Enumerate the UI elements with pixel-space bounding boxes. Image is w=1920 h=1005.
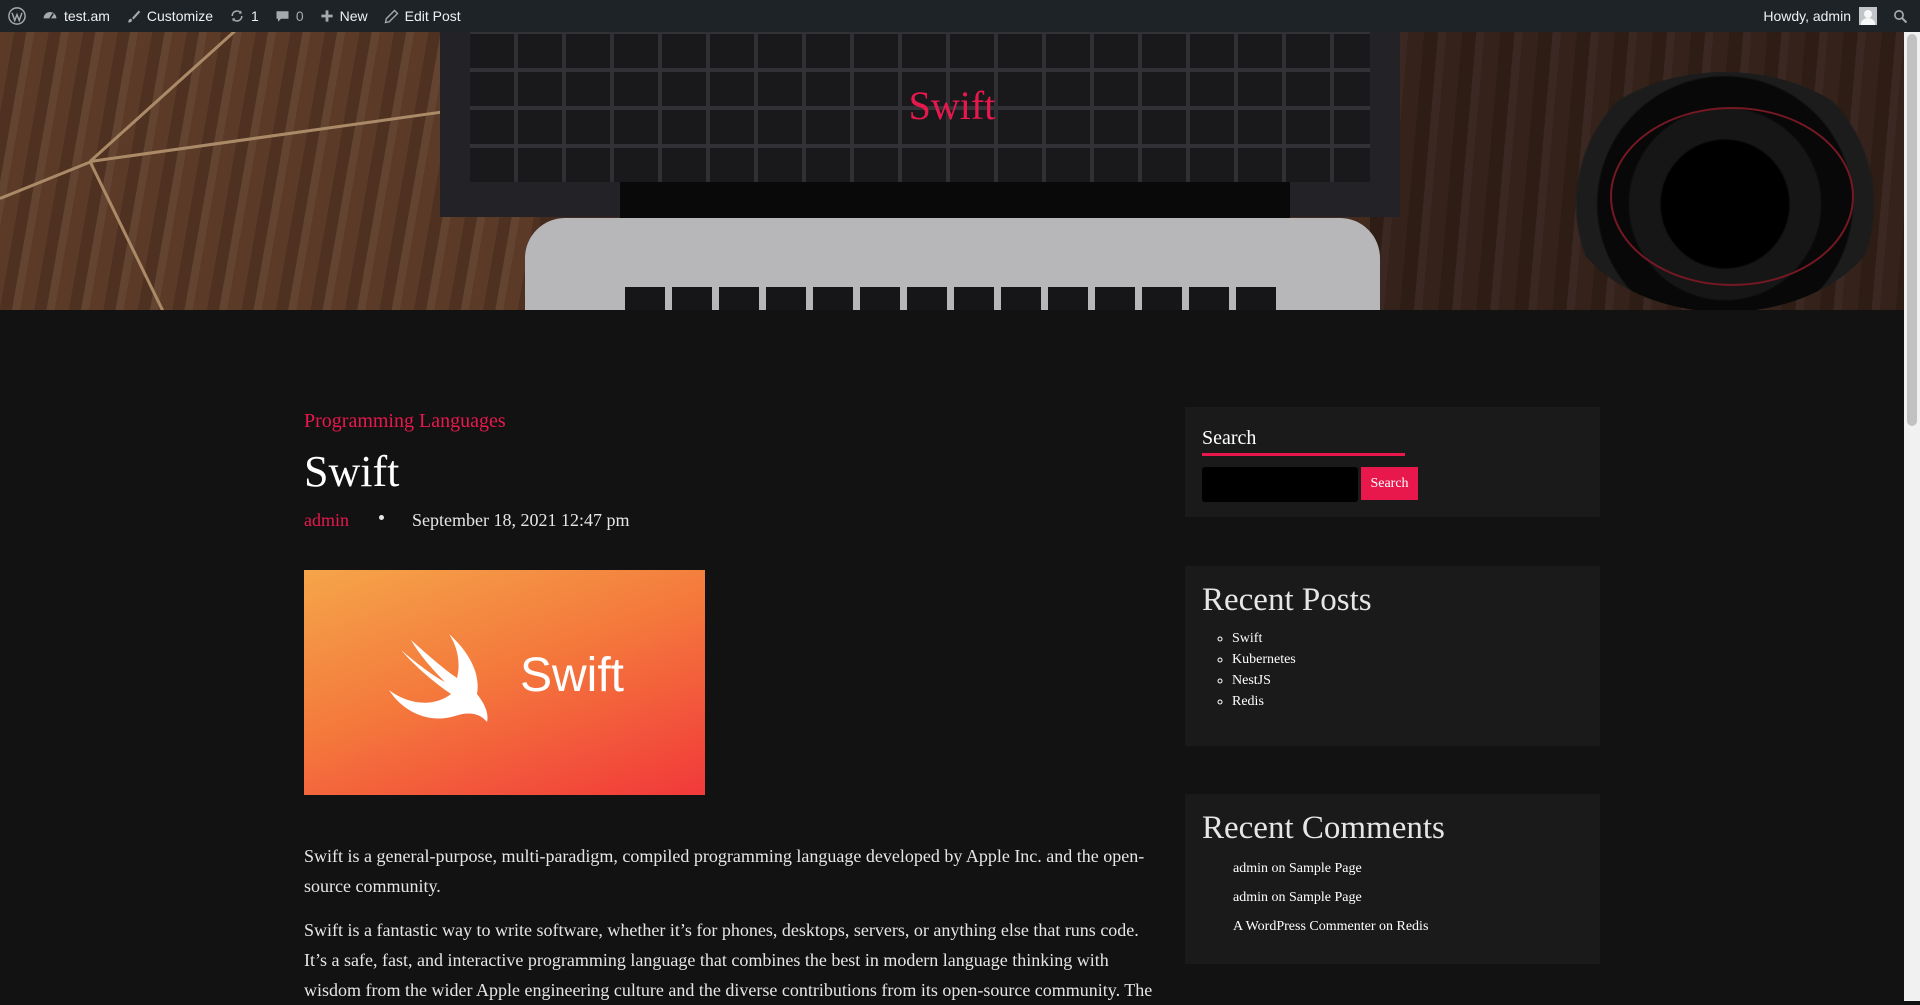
header-banner: Swift — [0, 32, 1904, 310]
post-date: September 18, 2021 12:47 pm — [412, 510, 630, 530]
comment-post-link[interactable]: Sample Page — [1289, 861, 1362, 876]
admin-bar-updates[interactable]: 1 — [221, 0, 267, 32]
recent-posts-widget: Recent Posts Swift Kubernetes NestJS Red… — [1185, 566, 1600, 746]
header-overlay — [0, 32, 1904, 310]
comment-author[interactable]: A WordPress Commenter — [1233, 919, 1376, 934]
pencil-icon — [384, 9, 399, 23]
updates-count: 1 — [251, 8, 259, 24]
search-input[interactable] — [1202, 467, 1358, 502]
swift-bird-logo-icon — [389, 634, 488, 722]
recent-comments-widget: Recent Comments admin on Sample Page adm… — [1185, 794, 1600, 964]
search-widget-title: Search — [1202, 427, 1257, 449]
greeting: Howdy, admin — [1763, 8, 1851, 24]
search-button[interactable]: Search — [1361, 467, 1418, 500]
site-title[interactable]: Swift — [0, 82, 1904, 129]
post-meta: admin September 18, 2021 12:47 pm — [304, 510, 629, 531]
meta-separator — [379, 515, 384, 520]
featured-image: Swift — [304, 570, 705, 795]
brush-icon — [128, 10, 141, 22]
recent-post-link[interactable]: Swift — [1232, 628, 1296, 649]
admin-bar-customize[interactable]: Customize — [118, 0, 221, 32]
comment-post-link[interactable]: Redis — [1397, 919, 1429, 934]
admin-bar-new[interactable]: New — [312, 0, 376, 32]
recent-post-link[interactable]: Redis — [1232, 691, 1296, 712]
admin-bar: test.am Customize 1 0 New Edit Post Howd… — [0, 0, 1920, 32]
comment-icon — [276, 10, 289, 22]
post-paragraph: Swift is a fantastic way to write softwa… — [304, 920, 1153, 1000]
admin-bar-edit-post[interactable]: Edit Post — [376, 0, 469, 32]
recent-comment-item: admin on Sample Page — [1233, 883, 1428, 912]
search-widget: Search Search — [1185, 407, 1600, 517]
recent-posts-list: Swift Kubernetes NestJS Redis — [1202, 628, 1296, 712]
scrollbar-thumb[interactable] — [1907, 34, 1917, 426]
recent-comments-list: admin on Sample Page admin on Sample Pag… — [1233, 854, 1428, 941]
recent-post-link[interactable]: NestJS — [1232, 670, 1296, 691]
comment-post-link[interactable]: Sample Page — [1289, 890, 1362, 905]
post-title: Swift — [304, 447, 400, 496]
wordpress-logo-icon[interactable] — [0, 0, 34, 32]
comment-on: on — [1271, 890, 1286, 905]
customize-label: Customize — [146, 8, 214, 24]
new-label: New — [339, 8, 368, 24]
plus-icon — [321, 10, 333, 22]
comment-on: on — [1379, 919, 1393, 934]
post-paragraph: Swift is a general-purpose, multi-paradi… — [304, 846, 1145, 896]
updates-icon — [231, 10, 243, 22]
post-author-link[interactable]: admin — [304, 510, 349, 531]
site-name: test.am — [64, 8, 110, 24]
comments-count: 0 — [295, 8, 304, 24]
comment-on: on — [1271, 861, 1286, 876]
admin-bar-search[interactable] — [1885, 0, 1920, 32]
recent-posts-title: Recent Posts — [1202, 582, 1372, 618]
post-category-link[interactable]: Programming Languages — [304, 410, 506, 433]
comment-author[interactable]: admin — [1233, 861, 1268, 876]
edit-post-label: Edit Post — [404, 8, 461, 24]
search-icon — [1894, 9, 1908, 23]
recent-comments-title: Recent Comments — [1202, 810, 1445, 846]
comment-author[interactable]: admin — [1233, 890, 1268, 905]
search-title-underline — [1202, 453, 1405, 456]
featured-image-text: Swift — [520, 649, 625, 702]
admin-bar-comments[interactable]: 0 — [267, 0, 312, 32]
avatar — [1859, 7, 1877, 25]
dashboard-icon — [43, 12, 57, 19]
admin-bar-site-link[interactable]: test.am — [34, 0, 118, 32]
recent-post-link[interactable]: Kubernetes — [1232, 649, 1296, 670]
recent-comment-item: admin on Sample Page — [1233, 854, 1428, 883]
admin-bar-account[interactable]: Howdy, admin — [1755, 0, 1885, 32]
recent-comment-item: A WordPress Commenter on Redis — [1233, 912, 1428, 941]
